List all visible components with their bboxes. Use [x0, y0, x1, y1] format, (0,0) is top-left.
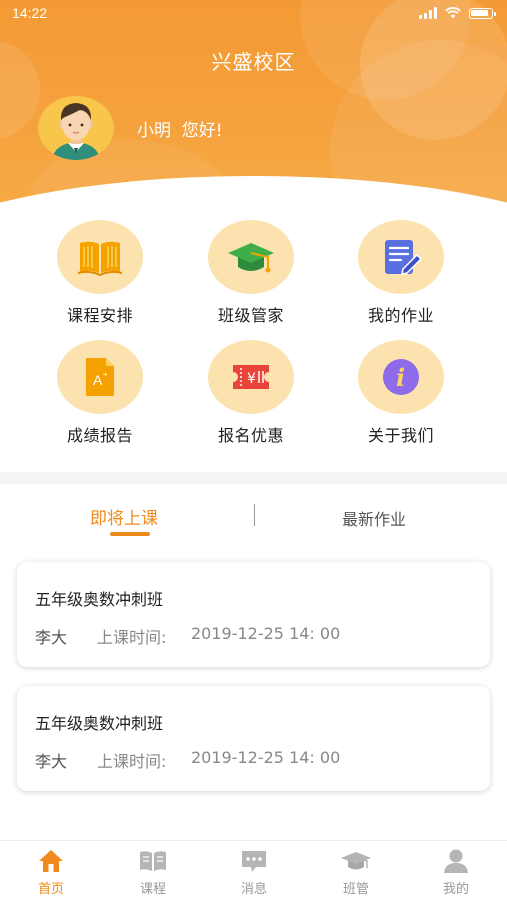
battery-icon: [469, 8, 496, 19]
report-document-icon: A +: [86, 358, 114, 396]
nav-messages[interactable]: 消息: [219, 847, 289, 897]
tab-upcoming-classes[interactable]: 即将上课: [90, 504, 158, 529]
nav-profile[interactable]: 我的: [421, 847, 491, 897]
menu-item-homework[interactable]: 我的作业: [341, 220, 461, 326]
course-card[interactable]: 五年级奥数冲刺班 李大 上课时间: 2019-12-25 14: 00: [17, 562, 490, 667]
menu-label: 关于我们: [367, 426, 434, 445]
tab-divider: [254, 504, 255, 526]
menu-item-class-manager[interactable]: 班级管家: [191, 220, 311, 326]
greeting-text: 小明 您好!: [137, 121, 223, 141]
class-time-value: 2019-12-25 14: 00: [191, 748, 341, 767]
menu-label: 课程安排: [66, 306, 133, 325]
home-icon: [39, 850, 63, 872]
menu-label: 班级管家: [217, 306, 284, 325]
svg-text:A: A: [93, 372, 103, 388]
user-icon: [444, 849, 468, 873]
campus-title[interactable]: 兴盛校区: [0, 46, 507, 75]
status-icons: [419, 7, 496, 19]
class-time-value: 2019-12-25 14: 00: [191, 624, 341, 643]
nav-home[interactable]: 首页: [16, 847, 86, 897]
nav-label: 课程: [139, 882, 166, 897]
avatar-boy-icon: [52, 103, 100, 160]
class-time-label: 上课时间:: [97, 752, 167, 771]
svg-text:+: +: [103, 370, 108, 379]
menu-item-about-us[interactable]: i 关于我们: [341, 340, 461, 446]
teacher-name: 李大: [35, 752, 68, 771]
tab-latest-homework[interactable]: 最新作业: [342, 506, 406, 530]
avatar[interactable]: [38, 96, 114, 160]
bottom-tab-bar: 首页 课程 消息 班管 我的: [0, 840, 507, 900]
menu-item-grade-report[interactable]: A + 成绩报告: [40, 340, 160, 446]
menu-label: 成绩报告: [66, 426, 133, 445]
info-icon: i: [383, 359, 419, 395]
class-cap-icon: [341, 852, 371, 870]
nav-label: 首页: [37, 882, 64, 897]
signal-icon: [419, 7, 437, 19]
menu-item-enroll-discount[interactable]: ¥ 报名优惠: [191, 340, 311, 446]
wifi-icon: [445, 7, 461, 19]
nav-label: 班管: [342, 882, 369, 897]
nav-courses[interactable]: 课程: [118, 847, 188, 897]
tab-active-indicator: [110, 532, 150, 536]
course-name: 五年级奥数冲刺班: [35, 590, 164, 609]
status-time: 14:22: [12, 5, 48, 21]
svg-text:¥: ¥: [247, 371, 256, 387]
course-name: 五年级奥数冲刺班: [35, 714, 164, 733]
nav-label: 消息: [240, 882, 267, 897]
class-time-label: 上课时间:: [97, 628, 167, 647]
course-book-icon: [140, 851, 166, 871]
homework-edit-icon: [385, 240, 423, 275]
course-tabs: 即将上课 最新作业: [0, 484, 507, 546]
nav-class-management[interactable]: 班管: [321, 847, 391, 897]
svg-text:i: i: [396, 363, 405, 392]
graduation-cap-icon: [228, 243, 274, 273]
message-icon: [242, 851, 266, 872]
menu-item-schedule[interactable]: 课程安排: [40, 220, 160, 326]
course-card[interactable]: 五年级奥数冲刺班 李大 上课时间: 2019-12-25 14: 00: [17, 686, 490, 791]
menu-label: 我的作业: [367, 306, 434, 325]
discount-ticket-icon: ¥: [233, 365, 269, 389]
book-icon: [77, 241, 123, 277]
menu-label: 报名优惠: [217, 426, 284, 445]
teacher-name: 李大: [35, 628, 68, 647]
status-bar: 14:22: [0, 0, 507, 26]
nav-label: 我的: [442, 882, 469, 897]
section-divider: [0, 472, 507, 484]
